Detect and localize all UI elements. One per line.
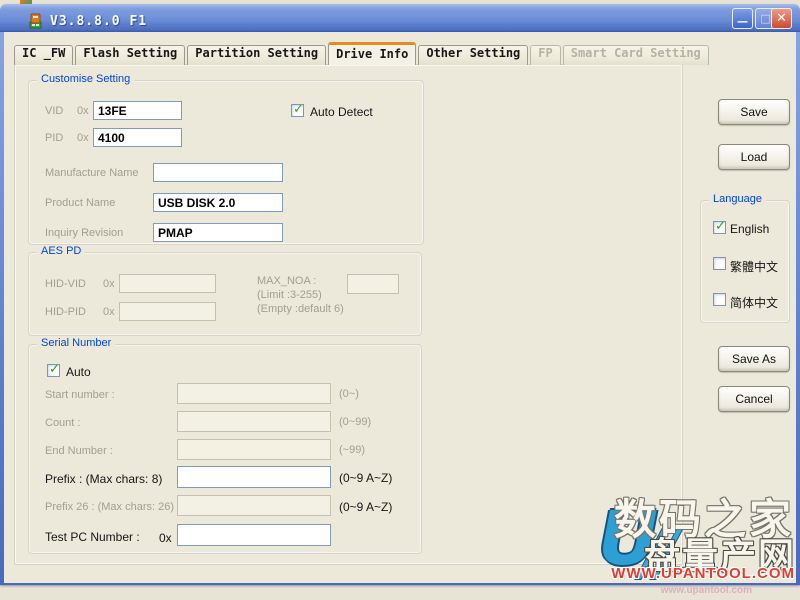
cancel-button[interactable]: Cancel bbox=[718, 386, 790, 412]
watermark-ghost-url: www.upantool.com bbox=[661, 585, 752, 596]
check-icon: ✓ bbox=[293, 102, 304, 117]
test-pc-number-label: Test PC Number : bbox=[45, 530, 140, 544]
group-title: AES PD bbox=[37, 245, 85, 257]
count-label: Count : bbox=[45, 417, 80, 429]
prefix-hint: (0~9 A~Z) bbox=[339, 471, 392, 485]
group-title: Customise Setting bbox=[37, 73, 134, 85]
check-icon: ✓ bbox=[49, 362, 60, 377]
app-icon bbox=[27, 13, 44, 30]
group-language: Language ✓ English 繁體中文 简体中文 bbox=[700, 200, 790, 323]
hid-pid-input bbox=[119, 302, 216, 321]
group-aes-pd: AES PD HID-VID 0x HID-PID 0x MAX_NOA : (… bbox=[28, 252, 422, 336]
vid-label: VID bbox=[45, 105, 63, 117]
hid-vid-input bbox=[119, 274, 216, 293]
check-icon: ✓ bbox=[715, 219, 726, 234]
auto-detect-checkbox[interactable]: ✓ bbox=[291, 104, 304, 117]
close-button[interactable]: ✕ bbox=[771, 8, 792, 29]
window-title: V3.8.8.0 F1 bbox=[50, 14, 147, 29]
tab-other-setting[interactable]: Other Setting bbox=[418, 45, 528, 65]
serial-auto-label: Auto bbox=[66, 365, 91, 379]
serial-auto-checkbox[interactable]: ✓ bbox=[47, 364, 60, 377]
count-hint: (0~99) bbox=[339, 416, 371, 428]
manufacture-name-label: Manufacture Name bbox=[45, 167, 139, 179]
start-number-input bbox=[177, 383, 331, 404]
tab-smart-card-setting: Smart Card Setting bbox=[563, 45, 709, 65]
hid-pid-label: HID-PID bbox=[45, 306, 86, 318]
hid-vid-label: HID-VID bbox=[45, 278, 86, 290]
save-as-button[interactable]: Save As bbox=[718, 346, 790, 372]
max-noa-label: MAX_NOA : bbox=[257, 275, 316, 287]
tab-partition-setting[interactable]: Partition Setting bbox=[187, 45, 326, 65]
group-title: Language bbox=[709, 193, 766, 205]
save-button[interactable]: Save bbox=[718, 99, 790, 125]
end-number-input bbox=[177, 439, 331, 460]
inquiry-revision-label: Inquiry Revision bbox=[45, 227, 123, 239]
tab-flash-setting[interactable]: Flash Setting bbox=[75, 45, 185, 65]
manufacture-name-input[interactable] bbox=[153, 163, 283, 182]
language-traditional-checkbox[interactable] bbox=[713, 257, 726, 270]
titlebar: V3.8.8.0 F1 bbox=[0, 4, 800, 32]
tab-fp: FP bbox=[530, 45, 560, 65]
end-number-hint: (~99) bbox=[339, 444, 365, 456]
group-customise-setting: Customise Setting VID 0x ✓ Auto Detect P… bbox=[28, 80, 424, 245]
language-traditional-label: 繁體中文 bbox=[730, 258, 778, 275]
tab-drive-info[interactable]: Drive Info bbox=[328, 42, 416, 65]
prefix-input[interactable] bbox=[177, 466, 331, 488]
language-simplified-label: 简体中文 bbox=[730, 294, 778, 311]
prefix26-label: Prefix 26 : (Max chars: 26) bbox=[45, 501, 174, 513]
end-number-label: End Number : bbox=[45, 445, 113, 457]
start-number-hint: (0~) bbox=[339, 388, 359, 400]
max-noa-input bbox=[347, 274, 399, 294]
group-title: Serial Number bbox=[37, 337, 115, 349]
minimize-button[interactable]: — bbox=[732, 8, 753, 29]
language-english-checkbox[interactable]: ✓ bbox=[713, 221, 726, 234]
max-noa-limit-label: (Limit :3-255) bbox=[257, 289, 322, 301]
max-noa-default-label: (Empty :default 6) bbox=[257, 303, 344, 315]
group-serial-number: Serial Number ✓ Auto Start number : (0~)… bbox=[28, 344, 422, 554]
start-number-label: Start number : bbox=[45, 389, 115, 401]
load-button[interactable]: Load bbox=[718, 144, 790, 170]
tab-bar: IC _FW Flash Setting Partition Setting D… bbox=[14, 42, 711, 65]
pid-hex-prefix: 0x bbox=[77, 132, 89, 144]
hid-pid-hex-prefix: 0x bbox=[103, 306, 115, 318]
prefix26-input bbox=[177, 495, 331, 516]
language-english-label: English bbox=[730, 222, 769, 236]
test-pc-number-input[interactable] bbox=[177, 524, 331, 546]
prefix26-hint: (0~9 A~Z) bbox=[339, 500, 392, 514]
pid-input[interactable] bbox=[93, 128, 182, 147]
tab-ic-fw[interactable]: IC _FW bbox=[14, 45, 73, 65]
product-name-input[interactable] bbox=[153, 193, 283, 212]
screen: V3.8.8.0 F1 — □ ✕ IC _FW Flash Setting P… bbox=[0, 0, 800, 600]
prefix-label: Prefix : (Max chars: 8) bbox=[45, 472, 162, 486]
vid-hex-prefix: 0x bbox=[77, 105, 89, 117]
vid-input[interactable] bbox=[93, 101, 182, 120]
auto-detect-label: Auto Detect bbox=[310, 105, 373, 119]
product-name-label: Product Name bbox=[45, 197, 115, 209]
count-input bbox=[177, 411, 331, 432]
pid-label: PID bbox=[45, 132, 63, 144]
hid-vid-hex-prefix: 0x bbox=[103, 278, 115, 290]
language-simplified-checkbox[interactable] bbox=[713, 293, 726, 306]
test-pc-hex-prefix: 0x bbox=[159, 531, 172, 545]
inquiry-revision-input[interactable] bbox=[153, 223, 283, 242]
watermark-url: WWW.UPANTOOL.COM bbox=[611, 565, 795, 582]
